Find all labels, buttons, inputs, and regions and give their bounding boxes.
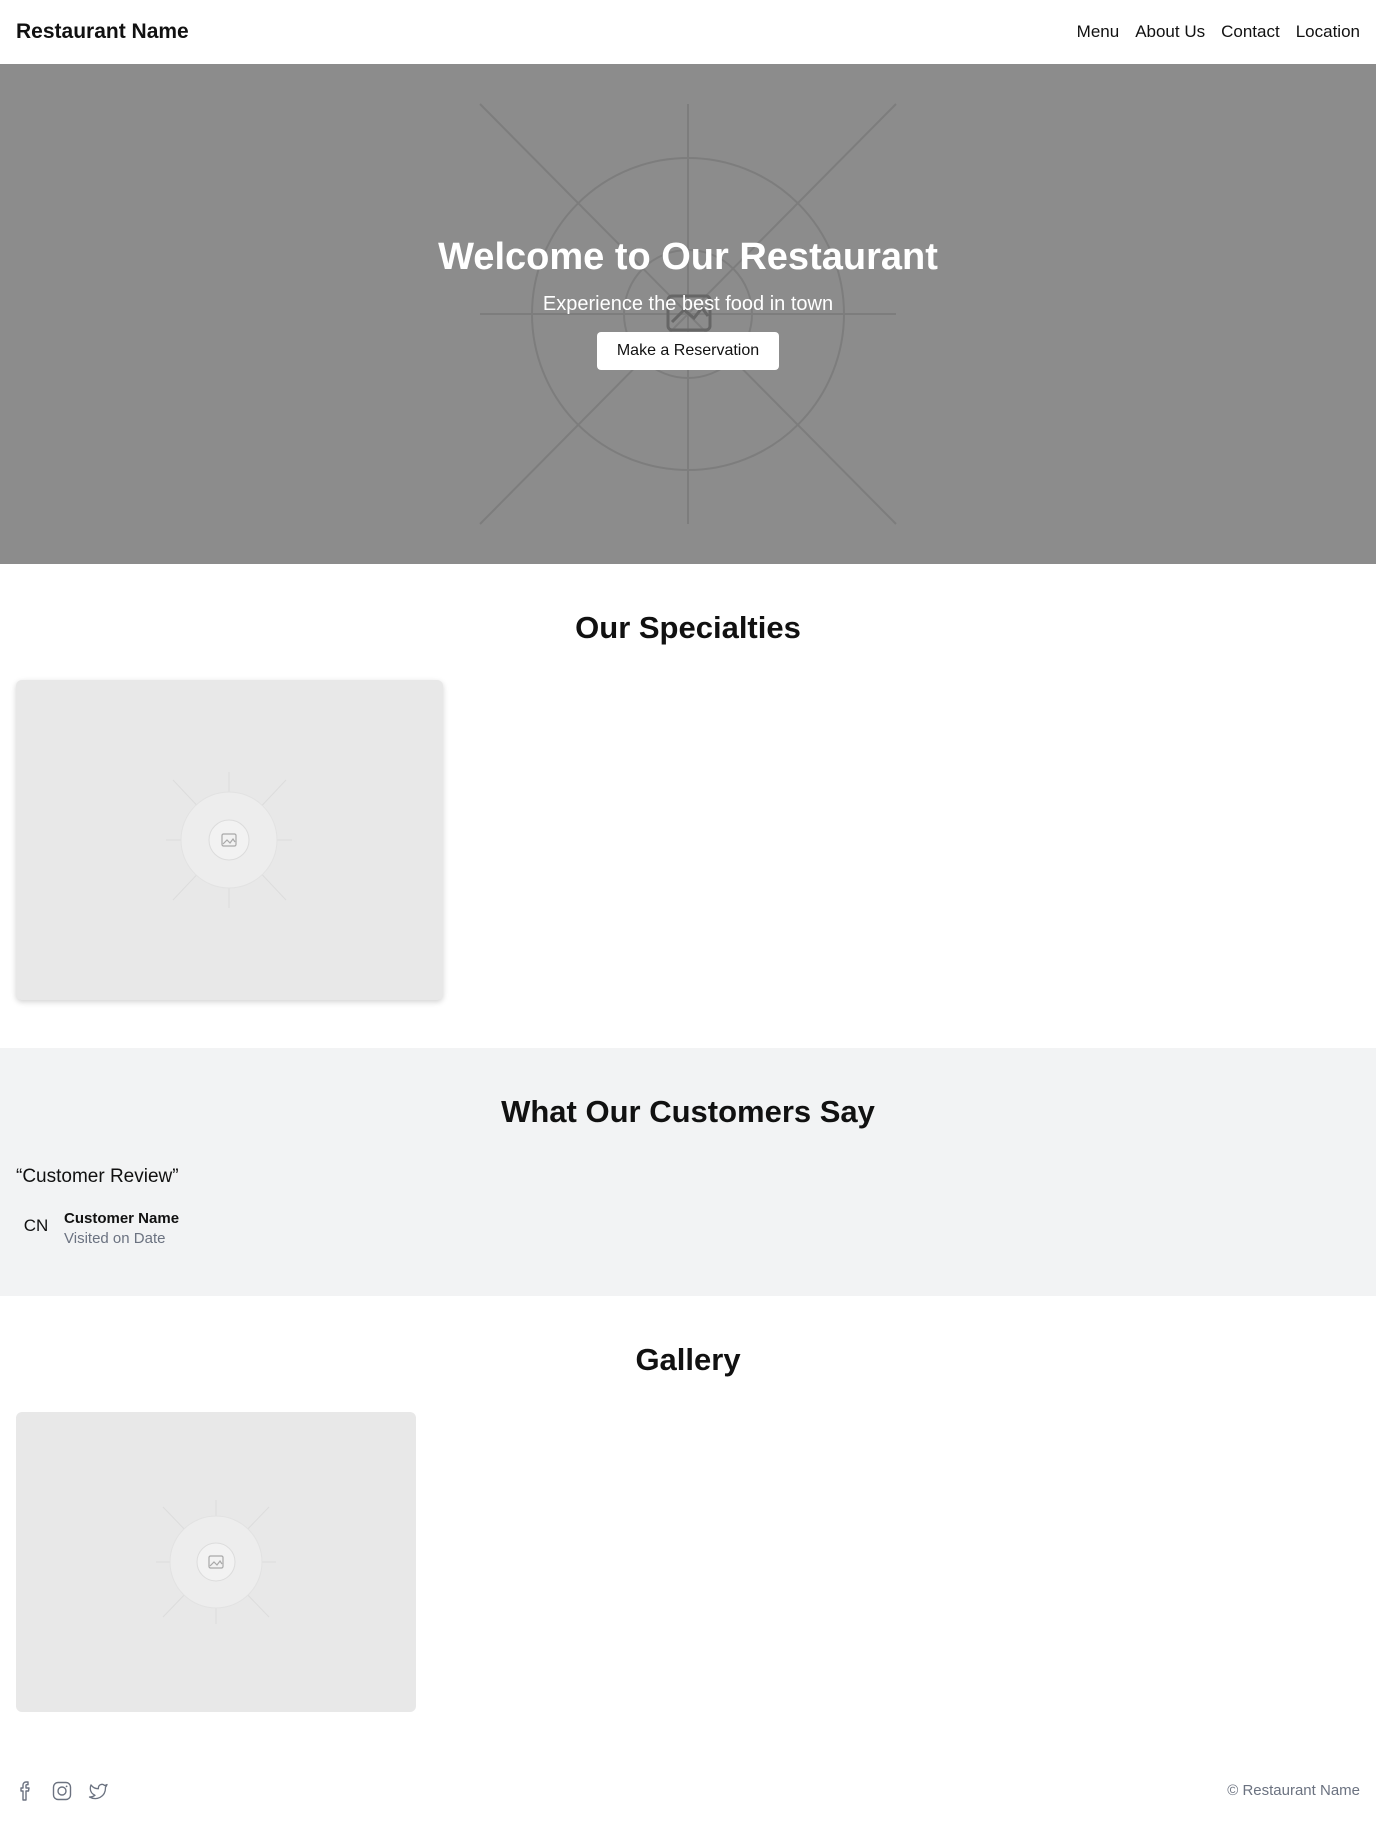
testimonials-section: What Our Customers Say “Customer Review”… xyxy=(0,1048,1376,1296)
nav-contact[interactable]: Contact xyxy=(1221,22,1280,42)
nav-location[interactable]: Location xyxy=(1296,22,1360,42)
facebook-icon[interactable] xyxy=(16,1780,36,1802)
site-header: Restaurant Name Menu About Us Contact Lo… xyxy=(0,0,1376,64)
visit-date: Visited on Date xyxy=(64,1230,166,1247)
hero-content: Welcome to Our Restaurant Experience the… xyxy=(0,64,1376,564)
hero-subtitle: Experience the best food in town xyxy=(542,293,834,315)
customer-name: Customer Name xyxy=(64,1210,180,1227)
nav-menu[interactable]: Menu xyxy=(1077,22,1120,42)
gallery-placeholder-image xyxy=(156,1500,276,1624)
specialties-title: Our Specialties xyxy=(575,610,801,645)
twitter-icon[interactable] xyxy=(88,1780,108,1802)
instagram-icon[interactable] xyxy=(52,1780,72,1802)
hero-title: Welcome to Our Restaurant xyxy=(438,236,938,278)
nav-about-us[interactable]: About Us xyxy=(1135,22,1205,42)
avatar: CN xyxy=(23,1216,49,1235)
copyright-text: © Restaurant Name xyxy=(1227,1782,1360,1799)
specialty-placeholder-image xyxy=(166,772,292,908)
main-nav: Menu About Us Contact Location xyxy=(1077,22,1360,42)
customer-review: “Customer Review” xyxy=(16,1166,179,1187)
hero-section: Welcome to Our Restaurant Experience the… xyxy=(0,64,1376,564)
brand-logo[interactable]: Restaurant Name xyxy=(16,20,189,44)
specialty-card[interactable] xyxy=(16,680,443,1000)
gallery-image[interactable] xyxy=(16,1412,416,1712)
make-reservation-button[interactable]: Make a Reservation xyxy=(596,332,780,370)
testimonials-title: What Our Customers Say xyxy=(501,1094,875,1129)
social-links xyxy=(16,1780,108,1802)
gallery-title: Gallery xyxy=(635,1342,741,1377)
